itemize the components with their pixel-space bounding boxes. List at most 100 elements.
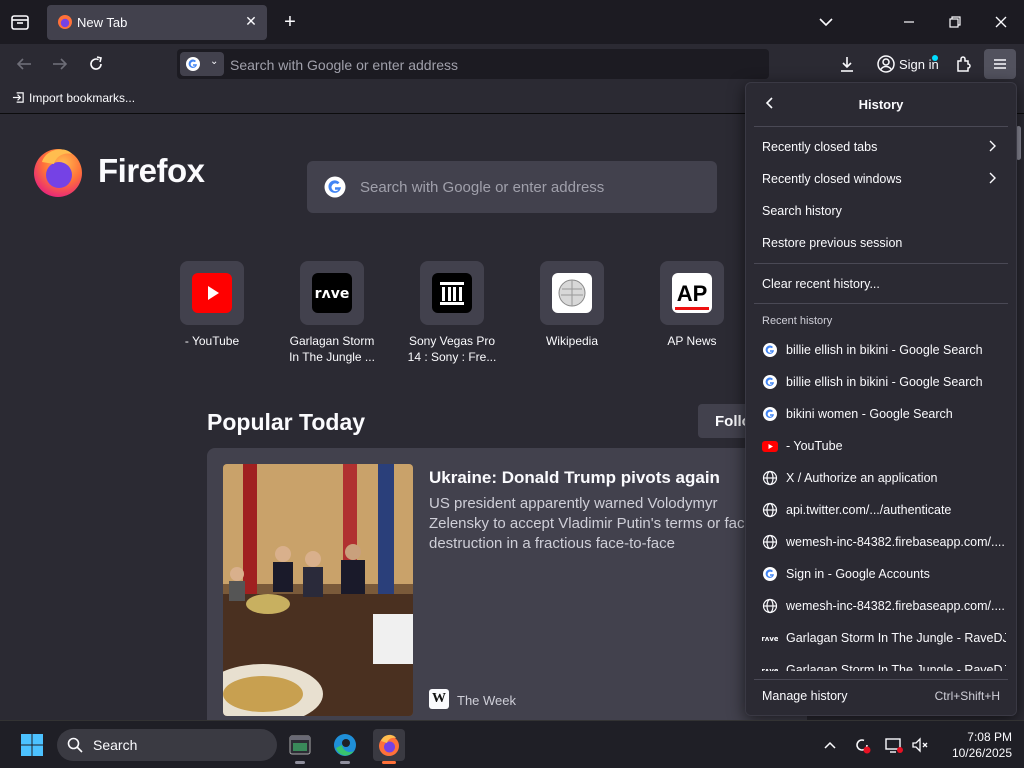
- history-entry-label: billie ellish in bikini - Google Search: [786, 375, 983, 389]
- edge-browser-icon: [334, 734, 356, 756]
- wikipedia-globe-icon: [552, 273, 592, 313]
- display-monitor-icon[interactable]: [884, 735, 904, 755]
- sync-alert-icon[interactable]: [852, 735, 872, 755]
- clock-date: 10/26/2025: [951, 746, 1012, 760]
- hamburger-menu-icon: [994, 59, 1006, 69]
- menu-item-label: Recently closed windows: [762, 172, 902, 186]
- history-panel: History Recently closed tabs Recently cl…: [745, 82, 1017, 716]
- list-all-tabs-chevron-icon[interactable]: [816, 12, 836, 32]
- globe-icon: [762, 534, 778, 550]
- downloads-icon[interactable]: [837, 54, 857, 74]
- extensions-icon[interactable]: [954, 54, 974, 74]
- manage-history-shortcut: Ctrl+Shift+H: [934, 689, 1000, 703]
- google-icon: [186, 57, 200, 71]
- popular-today-heading: Popular Today: [207, 409, 366, 435]
- new-tab-search-box[interactable]: Search with Google or enter address: [307, 161, 717, 213]
- tab-new-tab[interactable]: New Tab ✕: [47, 5, 267, 40]
- import-icon: [12, 92, 24, 103]
- menu-item-label: Restore previous session: [762, 236, 903, 250]
- back-arrow-icon[interactable]: [14, 54, 34, 74]
- history-entry[interactable]: api.twitter.com/.../authenticate: [754, 495, 1008, 525]
- history-entry[interactable]: wemesh-inc-84382.firebaseapp.com/......: [754, 591, 1008, 621]
- taskbar: Search 7:08 PM 10/26/2025: [0, 720, 1024, 768]
- clear-recent-history-item[interactable]: Clear recent history...: [754, 269, 1008, 299]
- story-image: [223, 464, 413, 716]
- divider: [754, 679, 1008, 680]
- running-indicator: [340, 761, 350, 764]
- restore-previous-session-item[interactable]: Restore previous session: [754, 228, 1008, 258]
- restore-icon[interactable]: [945, 12, 965, 32]
- youtube-icon: [192, 273, 232, 313]
- taskbar-search[interactable]: Search: [57, 729, 277, 761]
- shortcut-tile-wikipedia[interactable]: [540, 261, 604, 325]
- new-tab-button[interactable]: +: [280, 12, 300, 32]
- history-entry-label: bikini women - Google Search: [786, 407, 953, 421]
- minimize-icon[interactable]: [899, 12, 919, 32]
- history-entry-label: wemesh-inc-84382.firebaseapp.com/......: [786, 535, 1006, 549]
- system-clock[interactable]: 7:08 PM 10/26/2025: [936, 729, 1012, 761]
- shortcut-tile-youtube[interactable]: [180, 261, 244, 325]
- windows-start-icon[interactable]: [20, 733, 44, 757]
- address-bar-placeholder: Search with Google or enter address: [230, 57, 459, 73]
- recent-history-heading: Recent history: [762, 315, 833, 327]
- rave-logo-icon: rᴧve: [762, 635, 778, 643]
- close-window-icon[interactable]: [991, 12, 1011, 32]
- taskbar-app-firefox[interactable]: [373, 729, 405, 764]
- google-icon: [763, 375, 777, 389]
- reload-icon[interactable]: [86, 54, 106, 74]
- shortcut-tile-ravedj[interactable]: rᴧve: [300, 261, 364, 325]
- archive-building-icon: [432, 273, 472, 313]
- story-title[interactable]: Ukraine: Donald Trump pivots again: [429, 468, 720, 488]
- history-entry-label: - YouTube: [786, 439, 843, 453]
- history-entry[interactable]: wemesh-inc-84382.firebaseapp.com/......: [754, 527, 1008, 557]
- sign-in-button[interactable]: Sign in: [869, 49, 941, 79]
- search-history-item[interactable]: Search history: [754, 196, 1008, 226]
- ap-logo-icon: AP: [672, 273, 712, 313]
- recently-closed-windows-item[interactable]: Recently closed windows: [754, 164, 1008, 194]
- taskbar-app-edge[interactable]: [329, 729, 361, 764]
- history-entry-label: X / Authorize an application: [786, 471, 938, 485]
- history-entry[interactable]: X / Authorize an application: [754, 463, 1008, 493]
- history-entry[interactable]: billie ellish in bikini - Google Search: [754, 335, 1008, 365]
- app-menu-button[interactable]: [984, 49, 1016, 79]
- show-hidden-icons-chevron-icon[interactable]: [820, 735, 840, 755]
- the-week-logo-icon: W: [429, 689, 449, 709]
- tab-strip: New Tab ✕ +: [0, 0, 1024, 44]
- search-icon: [67, 737, 83, 753]
- google-icon: [763, 343, 777, 357]
- chevron-right-icon: [989, 140, 996, 152]
- taskbar-app-terminal[interactable]: [284, 729, 316, 764]
- shortcut-tile-internet-archive[interactable]: [420, 261, 484, 325]
- globe-icon: [762, 502, 778, 518]
- history-entry[interactable]: rᴧve Garlagan Storm In The Jungle - Rave…: [754, 655, 1008, 671]
- firefox-wordmark: Firefox: [98, 152, 205, 189]
- recently-closed-tabs-item[interactable]: Recently closed tabs: [754, 132, 1008, 162]
- shortcut-label: Sony Vegas Pro 14 : Sony : Fre...: [407, 334, 497, 364]
- divider: [754, 126, 1008, 127]
- history-entry-label: Sign in - Google Accounts: [786, 567, 930, 581]
- history-entry[interactable]: rᴧve Garlagan Storm In The Jungle - Rave…: [754, 623, 1008, 653]
- history-entry[interactable]: bikini women - Google Search: [754, 399, 1008, 429]
- forward-arrow-icon[interactable]: [50, 54, 70, 74]
- clock-time: 7:08 PM: [967, 730, 1012, 744]
- google-icon: [763, 567, 777, 581]
- recent-history-list[interactable]: billie ellish in bikini - Google Search …: [746, 335, 1016, 671]
- menu-item-label: Clear recent history...: [762, 277, 880, 291]
- active-indicator: [382, 761, 396, 764]
- story-card[interactable]: Ukraine: Donald Trump pivots again US pr…: [207, 448, 807, 720]
- address-bar[interactable]: ⌄ Search with Google or enter address: [177, 49, 769, 79]
- history-entry[interactable]: billie ellish in bikini - Google Search: [754, 367, 1008, 397]
- manage-history-label: Manage history: [762, 689, 848, 703]
- import-bookmarks-button[interactable]: Import bookmarks...: [12, 91, 135, 105]
- manage-history-item[interactable]: Manage history Ctrl+Shift+H: [746, 679, 1016, 715]
- volume-muted-icon[interactable]: [910, 735, 930, 755]
- history-entry[interactable]: - YouTube: [754, 431, 1008, 461]
- history-entry[interactable]: Sign in - Google Accounts: [754, 559, 1008, 589]
- search-engine-button[interactable]: ⌄: [180, 52, 224, 76]
- shortcut-tile-ap-news[interactable]: AP: [660, 261, 724, 325]
- firefox-view-icon[interactable]: [10, 12, 30, 32]
- svg-text:AP: AP: [677, 281, 708, 306]
- svg-text:rᴧve: rᴧve: [315, 286, 350, 302]
- google-icon: [763, 407, 777, 421]
- close-tab-icon[interactable]: ✕: [243, 13, 259, 29]
